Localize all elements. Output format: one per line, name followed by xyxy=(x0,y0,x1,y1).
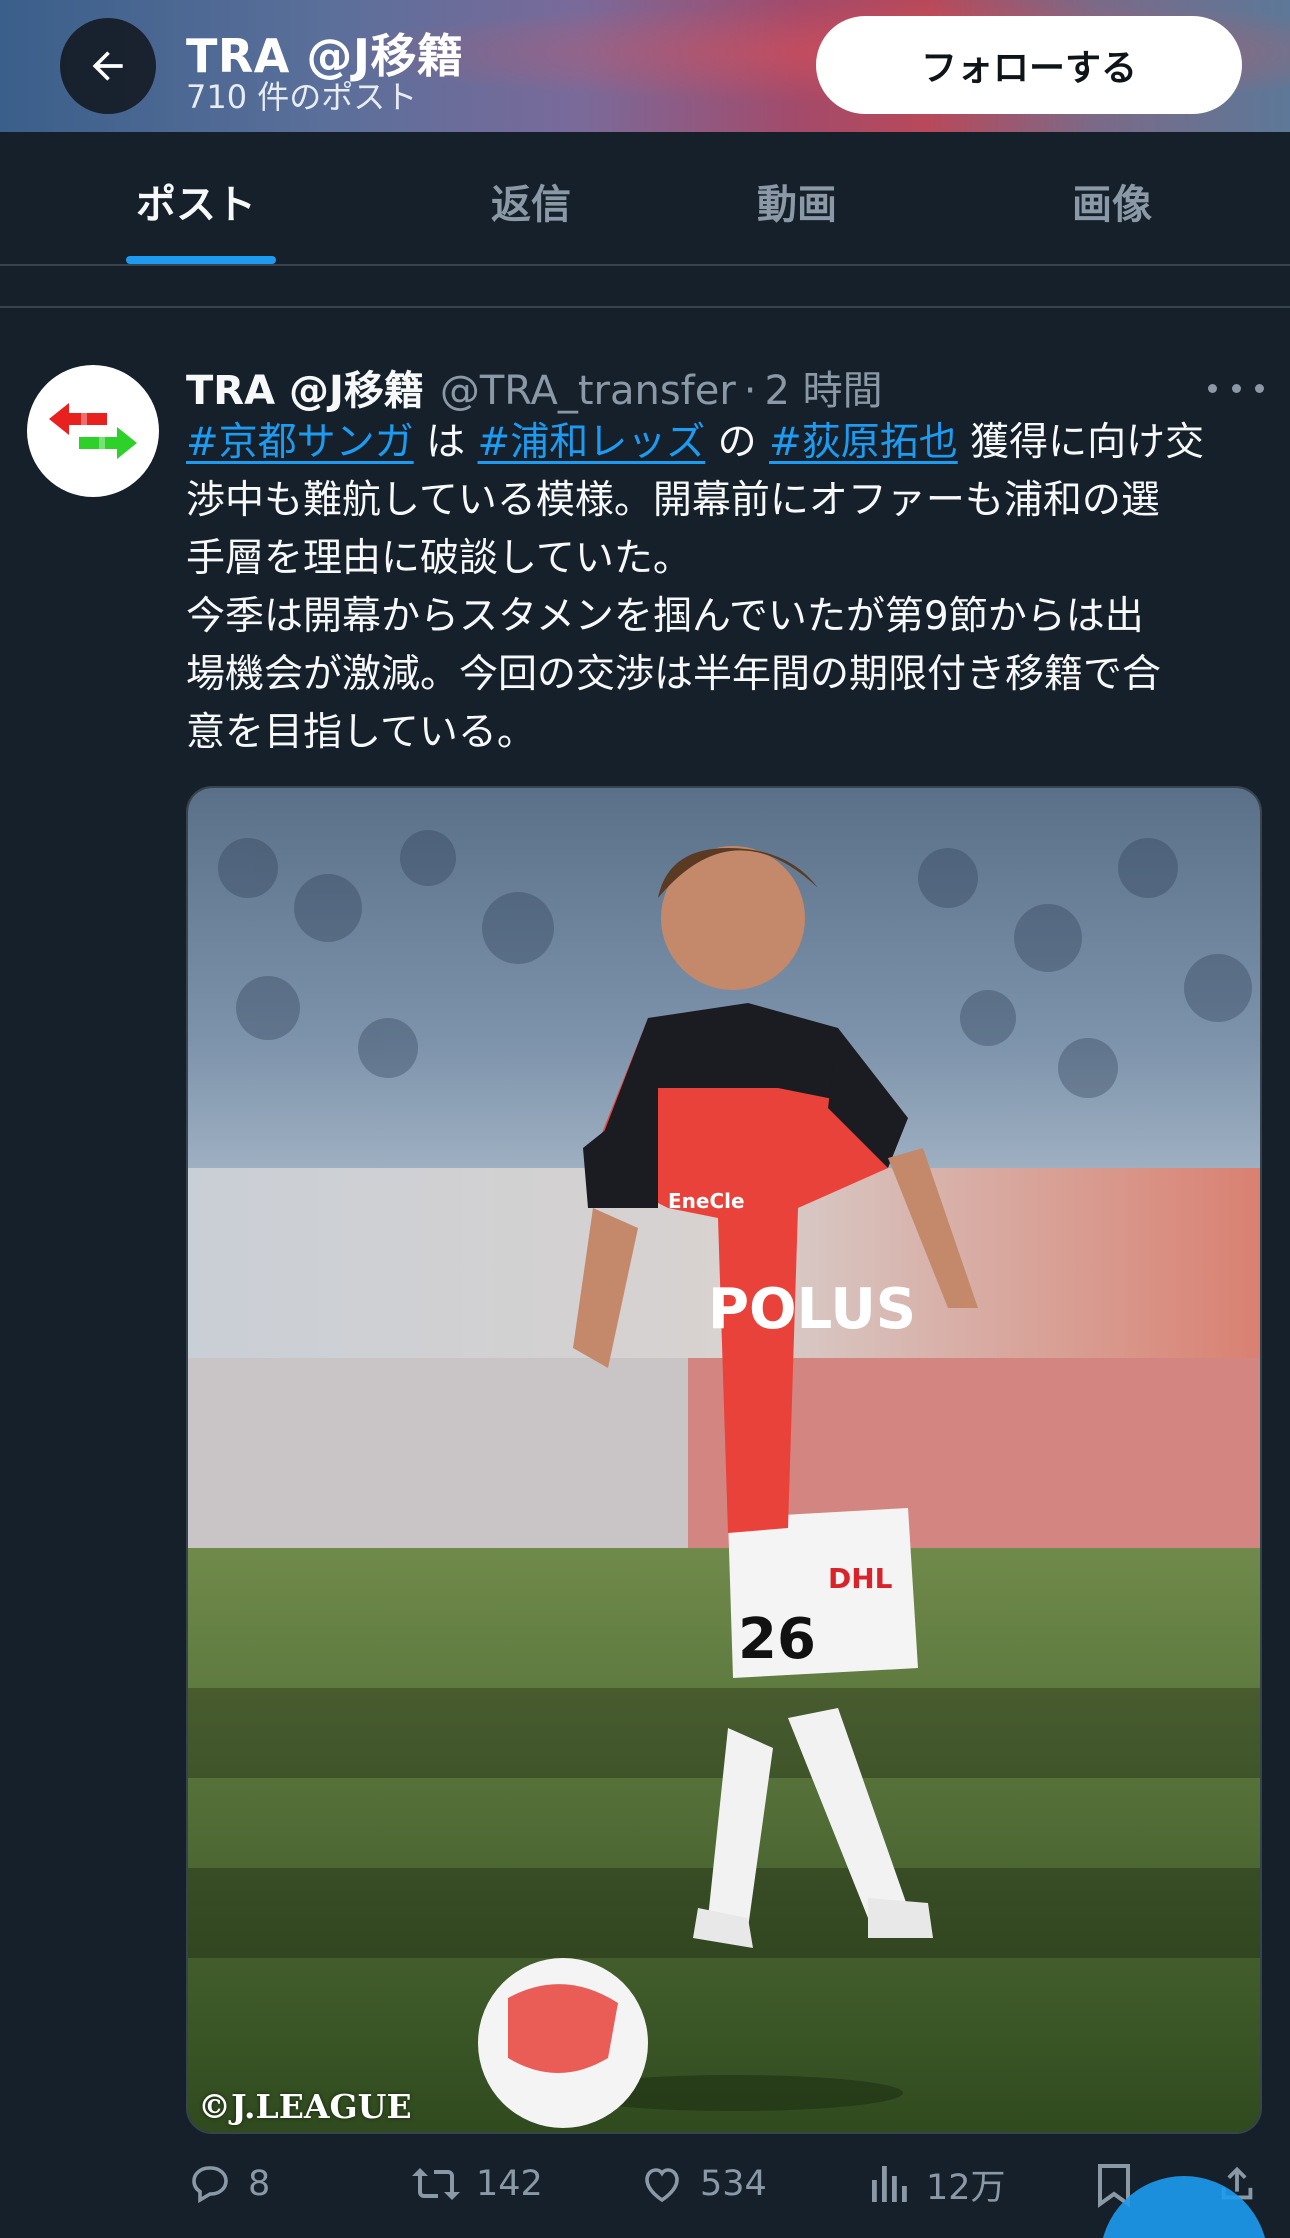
hashtag-link[interactable]: #京都サンガ xyxy=(186,420,414,465)
tab-images[interactable]: 画像 xyxy=(1072,172,1152,230)
soccer-player-photo: POLUS EneCle DHL 26 xyxy=(188,788,1260,2132)
view-count: 12万 xyxy=(926,2167,1006,2208)
tab-posts[interactable]: ポスト xyxy=(136,172,256,230)
image-credit: ©J.LEAGUE xyxy=(198,2087,412,2126)
like-count: 534 xyxy=(700,2164,767,2204)
reply-icon xyxy=(192,2166,228,2204)
transfer-arrows-icon xyxy=(49,403,137,459)
post-timestamp[interactable]: 2 時間 xyxy=(765,358,883,416)
author-name[interactable]: TRA @J移籍 xyxy=(186,358,424,416)
hashtag-link[interactable]: #浦和レッズ xyxy=(478,420,706,465)
post-text: #京都サンガ は #浦和レッズ の #荻原拓也 獲得に向け交 渉中も難航している… xyxy=(186,414,1266,762)
avatar[interactable] xyxy=(27,365,159,497)
post-text-fragment: 獲得に向け交 xyxy=(970,420,1205,465)
profile-tabs: ポスト 返信 動画 画像 xyxy=(0,132,1290,266)
author-handle[interactable]: @TRA_transfer xyxy=(440,368,736,414)
post-count: 710 件のポスト xyxy=(186,78,418,116)
profile-header-banner: TRA @J移籍 710 件のポスト フォローする xyxy=(0,0,1290,132)
post-text-fragment: は xyxy=(426,420,466,465)
arrow-left-icon xyxy=(92,51,123,81)
repost-icon xyxy=(412,2168,460,2200)
post-text-fragment: の xyxy=(717,420,757,465)
shorts-sponsor: DHL xyxy=(828,1562,893,1595)
post-action-bar: 8 142 534 12万 xyxy=(186,2154,1266,2214)
separator-dot: · xyxy=(743,368,757,414)
analytics-icon xyxy=(872,2166,907,2202)
back-button[interactable] xyxy=(60,18,156,114)
reply-count: 8 xyxy=(248,2164,271,2204)
like-button[interactable]: 534 xyxy=(638,2154,767,2214)
reply-button[interactable]: 8 xyxy=(186,2154,270,2214)
post-image[interactable]: POLUS EneCle DHL 26 ©J.LEAGUE xyxy=(186,786,1262,2134)
views-button[interactable]: 12万 xyxy=(868,2154,1006,2214)
more-options-icon[interactable] xyxy=(1208,368,1264,408)
repost-count: 142 xyxy=(476,2164,543,2204)
jersey-brand: EneCle xyxy=(668,1189,745,1213)
hashtag-link[interactable]: #荻原拓也 xyxy=(769,420,958,465)
post-text-line: 意を目指している。 xyxy=(186,710,536,755)
shorts-number: 26 xyxy=(738,1607,816,1672)
active-tab-indicator xyxy=(126,256,276,264)
post-text-line: 今季は開幕からスタメンを掴んでいたが第9節からは出 xyxy=(186,594,1144,639)
repost-button[interactable]: 142 xyxy=(410,2154,543,2214)
heart-icon xyxy=(645,2168,679,2203)
post-text-line: 場機会が激減。今回の交渉は半年間の期限付き移籍で合 xyxy=(186,652,1162,697)
follow-button[interactable]: フォローする xyxy=(816,16,1242,114)
tab-videos[interactable]: 動画 xyxy=(757,172,837,230)
divider xyxy=(0,306,1290,308)
post-text-line: 渉中も難航している模様。開幕前にオファーも浦和の選 xyxy=(186,478,1160,523)
post-header: TRA @J移籍 @TRA_transfer · 2 時間 xyxy=(186,358,883,414)
tab-replies[interactable]: 返信 xyxy=(491,172,571,230)
post-text-line: 手層を理由に破談していた。 xyxy=(186,536,692,581)
jersey-sponsor: POLUS xyxy=(708,1277,916,1342)
